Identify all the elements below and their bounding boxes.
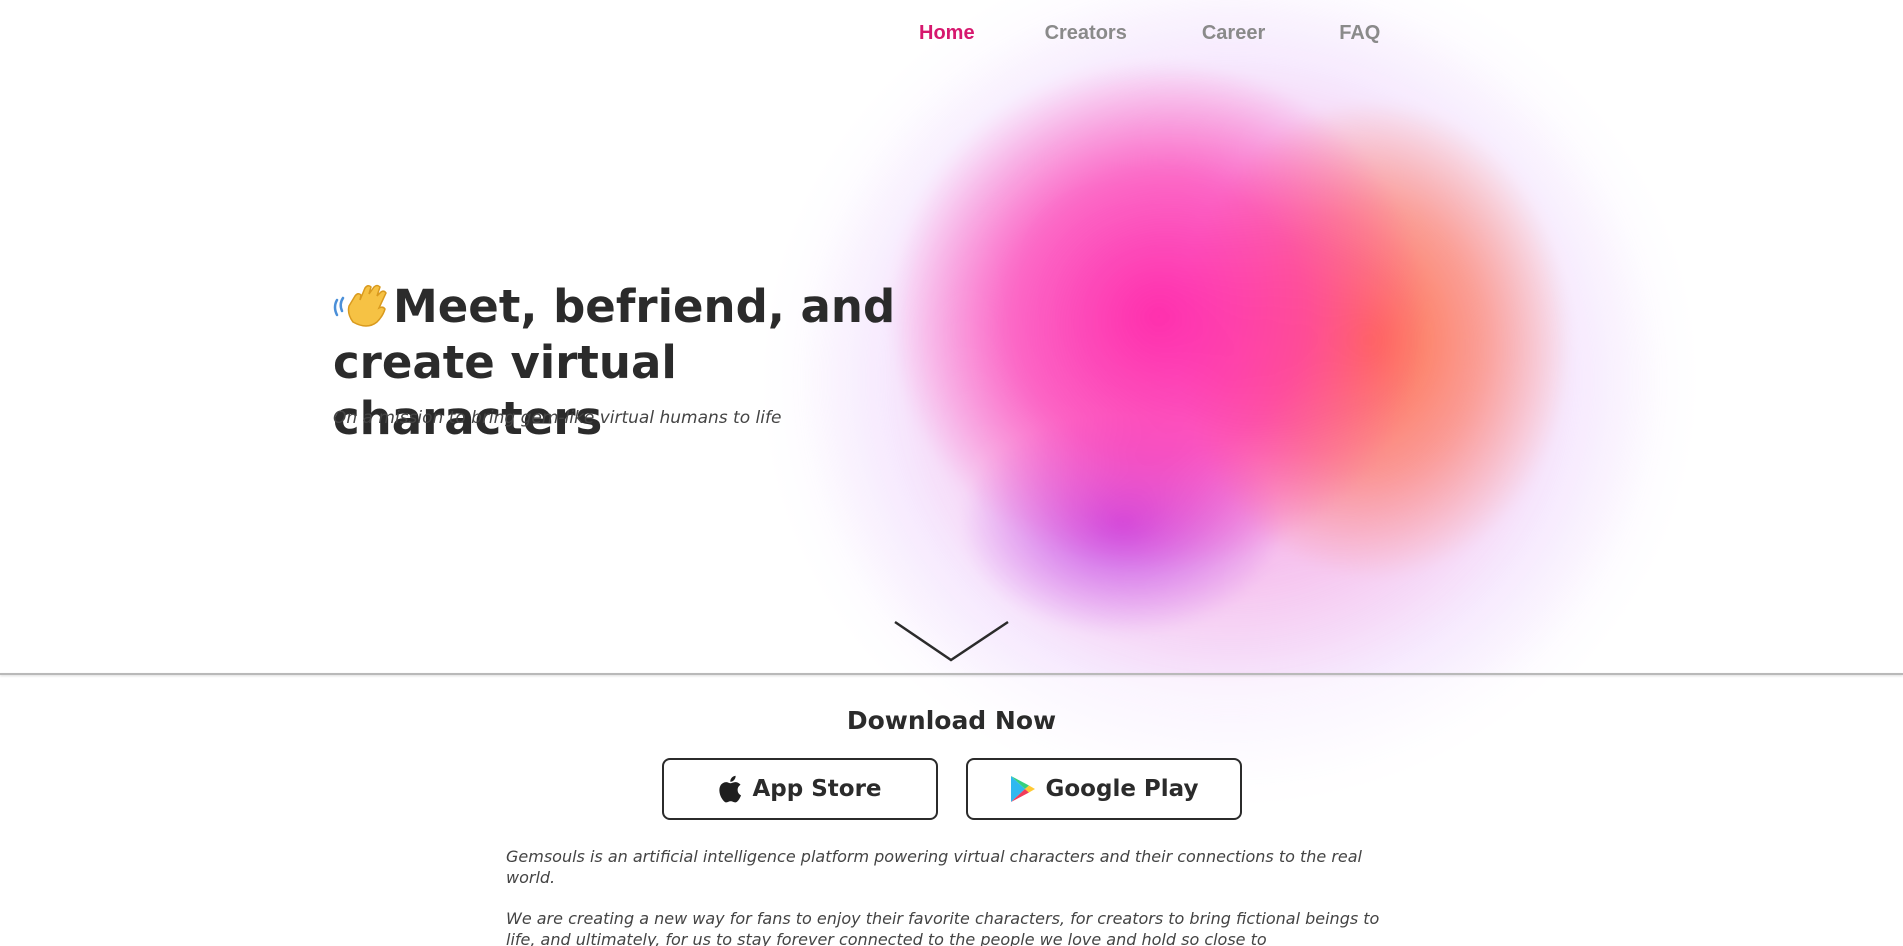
hero-subtitle: On a mission to bring gem-like virtual h… [333,408,782,428]
about-paragraph-1: Gemsouls is an artificial intelligence p… [506,847,1362,887]
nav-item-faq[interactable]: FAQ [1339,22,1380,45]
apple-icon [718,775,742,803]
google-play-label: Google Play [1045,776,1199,802]
section-divider [0,673,1903,675]
waving-hand-icon [333,278,391,330]
nav-item-creators[interactable]: Creators [1045,22,1127,45]
about-paragraph-2: We are creating a new way for fans to en… [506,909,1380,946]
top-nav: Home Creators Career FAQ [919,22,1380,45]
app-store-button[interactable]: App Store [662,758,938,820]
chevron-down-icon[interactable] [893,618,1010,664]
google-play-button[interactable]: Google Play [966,758,1242,820]
google-play-icon [1010,775,1036,803]
nav-item-home[interactable]: Home [919,22,975,45]
download-title: Download Now [846,706,1057,735]
hero-title-line2: create virtual characters [333,336,677,445]
page: Home Creators Career FAQ Meet, befriend,… [0,0,1903,946]
hero-title-line1: Meet, befriend, and [393,280,896,333]
app-store-label: App Store [752,776,882,802]
nav-item-career[interactable]: Career [1202,22,1265,45]
about-text: Gemsouls is an artificial intelligence p… [506,846,1396,946]
